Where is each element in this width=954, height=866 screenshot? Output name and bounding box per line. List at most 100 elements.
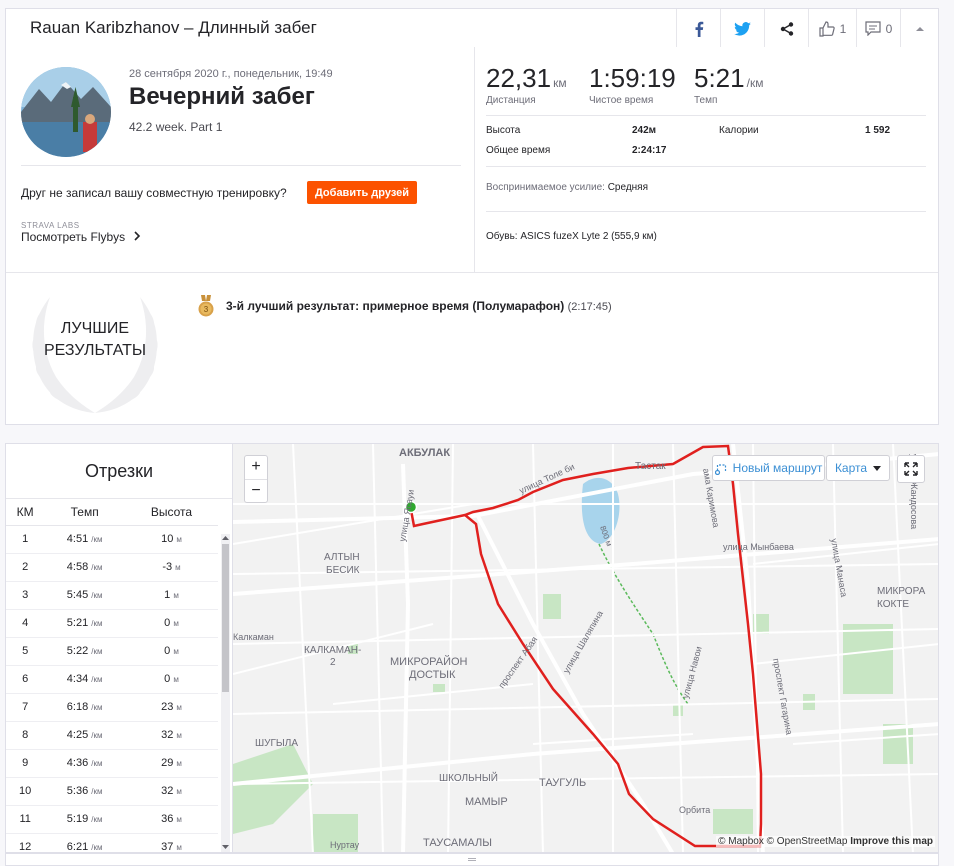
split-pace-value: 4:34 — [66, 673, 89, 685]
activity-summary: 28 сентября 2020 г., понедельник, 19:49 … — [5, 47, 939, 425]
split-row: 11 5:19 /км 36 м — [6, 805, 218, 834]
split-elevation-unit: м — [176, 815, 182, 824]
split-elevation: -3 м — [124, 553, 218, 582]
splits-title: Отрезки — [6, 444, 232, 499]
split-km: 8 — [6, 721, 45, 750]
split-pace-unit: /км — [91, 675, 103, 684]
split-row: 7 6:18 /км 23 м — [6, 693, 218, 722]
split-pace-unit: /км — [91, 535, 103, 544]
osm-attribution-link[interactable]: © OpenStreetMap — [767, 836, 848, 847]
split-row: 2 4:58 /км -3 м — [6, 553, 218, 582]
split-pace: 4:34 /км — [44, 665, 125, 694]
split-row: 4 5:21 /км 0 м — [6, 609, 218, 638]
map-label: ДОСТЫК — [409, 669, 456, 681]
split-elevation: 0 м — [124, 609, 218, 638]
map-type-dropdown[interactable]: Карта — [826, 455, 890, 481]
split-km: 6 — [6, 665, 45, 694]
moving-time-stat: 1:59:19 Чистое время — [589, 63, 676, 106]
splits-panel: Отрезки КМ Темп Высота 1 4:51 /км 10 м 2 4:5… — [5, 443, 233, 853]
map-label: МАМЫР — [465, 796, 508, 808]
add-friends-button[interactable]: Добавить друзей — [307, 181, 417, 204]
split-pace: 6:21 /км — [44, 833, 125, 853]
improve-map-link[interactable]: Improve this map — [850, 836, 933, 847]
split-pace-value: 4:58 — [66, 561, 89, 573]
split-row: 5 5:22 /км 0 м — [6, 637, 218, 666]
divider — [486, 115, 926, 116]
map-label: АЛТЫН — [324, 552, 360, 563]
divider — [486, 166, 926, 167]
map-label: 2 — [330, 657, 336, 668]
split-pace-value: 6:21 — [66, 841, 89, 853]
effort-value: Средняя — [607, 182, 649, 193]
split-pace-unit: /км — [91, 843, 103, 852]
scroll-up-icon — [222, 536, 229, 540]
split-elevation: 29 м — [124, 749, 218, 778]
split-elevation-value: 0 — [164, 617, 171, 629]
split-pace: 5:19 /км — [44, 805, 125, 834]
share-button[interactable] — [764, 9, 808, 48]
chevron-right-icon — [133, 231, 140, 241]
best-efforts-title: ЛУЧШИЕ РЕЗУЛЬТАТЫ — [40, 318, 150, 362]
calories-value: 1 592 — [865, 125, 891, 136]
new-route-button[interactable]: Новый маршрут — [712, 455, 825, 481]
comments-button[interactable]: 0 — [856, 9, 900, 48]
flybys-link[interactable]: Посмотреть Flybys — [21, 230, 141, 244]
fullscreen-button[interactable] — [897, 455, 925, 483]
twitter-share-button[interactable] — [720, 9, 764, 48]
activity-header: Rauan Karibzhanov – Длинный забег 1 0 — [5, 8, 939, 48]
split-row: 6 4:34 /км 0 м — [6, 665, 218, 694]
scrollbar-thumb[interactable] — [222, 544, 229, 692]
split-pace: 4:58 /км — [44, 553, 125, 582]
medal-rank: 3 — [204, 305, 209, 314]
splits-scrollbar[interactable] — [221, 534, 230, 852]
split-elevation-unit: м — [176, 843, 182, 852]
facebook-share-button[interactable] — [676, 9, 720, 48]
split-elevation: 32 м — [124, 777, 218, 806]
split-pace-unit: /км — [91, 619, 103, 628]
split-pace: 5:36 /км — [44, 777, 125, 806]
route-map[interactable]: АКБУЛАК Тастак АЛТЫН БЕСИК Калкаман КАЛКАМАН-… — [233, 443, 939, 853]
split-pace: 5:21 /км — [44, 609, 125, 638]
shoes-label: Обувь: — [486, 231, 518, 242]
activity-date: 28 сентября 2020 г., понедельник, 19:49 — [129, 68, 333, 80]
split-elevation-unit: м — [175, 563, 181, 572]
best-efforts-title-line1: ЛУЧШИЕ — [60, 320, 130, 337]
best-effort-row[interactable]: 3-й лучший результат: примерное время (П… — [226, 299, 612, 313]
zoom-in-button[interactable]: + — [245, 456, 267, 480]
map-attribution: © Mapbox © OpenStreetMap Improve this ma… — [716, 836, 935, 847]
map-label: ШУГЫЛА — [255, 738, 298, 749]
kudos-button[interactable]: 1 — [808, 9, 856, 48]
split-km: 5 — [6, 637, 45, 666]
pace-unit: /км — [746, 76, 764, 90]
resize-handle[interactable] — [5, 853, 939, 866]
map-canvas[interactable]: АКБУЛАК Тастак АЛТЫН БЕСИК Калкаман КАЛКАМАН-… — [233, 444, 939, 853]
calories-label: Калории — [719, 125, 759, 136]
split-row: 1 4:51 /км 10 м — [6, 525, 218, 554]
split-pace-value: 6:18 — [66, 701, 89, 713]
avatar[interactable] — [21, 67, 111, 157]
split-pace-value: 4:25 — [66, 729, 89, 741]
column-header-pace: Темп — [44, 499, 125, 526]
effort-label: Воспринимаемое усилие: — [486, 182, 605, 193]
split-elevation-unit: м — [173, 647, 179, 656]
map-label: Тастак — [635, 461, 666, 472]
split-elevation-value: 0 — [164, 673, 171, 685]
split-elevation-unit: м — [176, 759, 182, 768]
split-elevation-value: 10 — [161, 533, 174, 545]
map-label: ШКОЛЬНЫЙ — [439, 771, 498, 784]
zoom-controls: + − — [244, 455, 268, 503]
mapbox-attribution-link[interactable]: © Mapbox — [718, 836, 764, 847]
best-effort-time: (2:17:45) — [567, 301, 612, 313]
split-km: 12 — [6, 833, 45, 852]
split-pace-unit: /км — [91, 647, 103, 656]
zoom-out-button[interactable]: − — [245, 480, 267, 503]
best-efforts-title-line2: РЕЗУЛЬТАТЫ — [43, 342, 147, 359]
split-pace-value: 5:45 — [66, 589, 89, 601]
split-elevation: 0 м — [124, 665, 218, 694]
split-elevation: 37 м — [124, 833, 218, 852]
map-label: ТАУГУЛЬ — [539, 777, 586, 789]
collapse-button[interactable] — [900, 9, 939, 48]
comment-icon — [865, 21, 881, 36]
split-km: 2 — [6, 553, 45, 582]
split-row: 8 4:25 /км 32 м — [6, 721, 218, 750]
